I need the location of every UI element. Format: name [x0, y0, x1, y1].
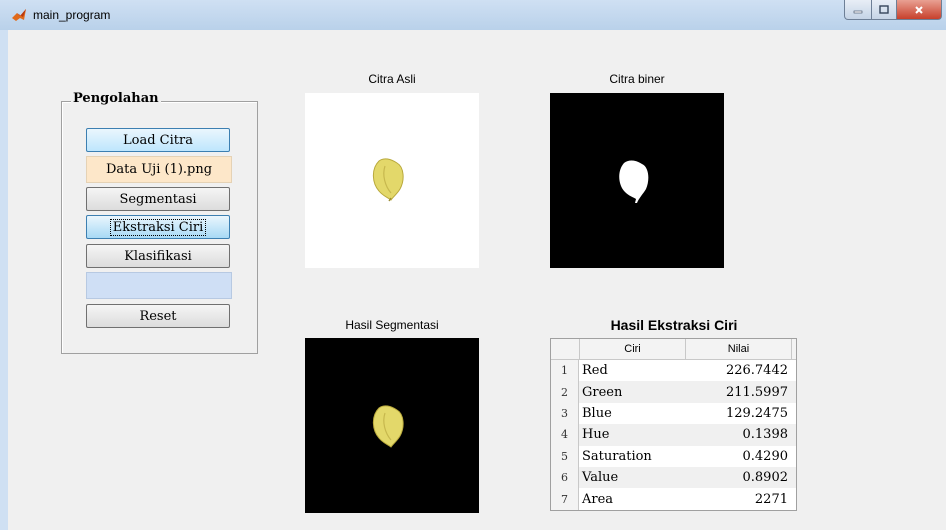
klasifikasi-button[interactable]: Klasifikasi — [86, 244, 230, 268]
table-row[interactable]: 3 Blue 129.2475 — [551, 402, 796, 425]
citra-asli-image — [305, 93, 479, 268]
matlab-icon — [12, 9, 26, 21]
cell-ciri[interactable]: Value — [579, 467, 685, 488]
cell-nilai[interactable]: 2271 — [685, 488, 792, 509]
citra-asli-caption: Citra Asli — [368, 72, 416, 86]
table-row[interactable]: 6 Value 0.8902 — [551, 466, 796, 489]
row-number: 7 — [551, 488, 579, 510]
row-number: 3 — [551, 402, 579, 425]
row-number: 5 — [551, 445, 579, 467]
window-title: main_program — [33, 8, 111, 22]
segmentasi-button[interactable]: Segmentasi — [86, 187, 230, 211]
hasil-ekstraksi-title: Hasil Ekstraksi Ciri — [610, 317, 738, 333]
cell-ciri[interactable]: Blue — [579, 403, 685, 424]
row-number: 2 — [551, 381, 579, 403]
cell-ciri[interactable]: Green — [579, 381, 685, 402]
citra-biner-image — [550, 93, 724, 268]
cell-ciri[interactable]: Area — [579, 488, 685, 509]
maximize-icon — [879, 4, 889, 14]
reset-button[interactable]: Reset — [86, 304, 230, 328]
row-number: 4 — [551, 424, 579, 446]
close-button[interactable] — [897, 0, 942, 20]
title-bar[interactable]: main_program — [0, 0, 946, 31]
minimize-button[interactable] — [844, 0, 872, 20]
cell-nilai[interactable]: 0.1398 — [685, 424, 792, 445]
window-border — [0, 30, 8, 530]
binary-mask — [619, 160, 649, 203]
segmented-leaf — [372, 405, 404, 448]
panel-title: Pengolahan — [71, 91, 161, 106]
filename-field: Data Uji (1).png — [86, 156, 232, 183]
classification-result-field — [86, 272, 232, 299]
column-header-ciri[interactable]: Ciri — [579, 339, 685, 359]
corner-cell — [551, 339, 579, 359]
cell-nilai[interactable]: 0.4290 — [685, 446, 792, 467]
hasil-segmentasi-image — [305, 338, 479, 513]
cell-nilai[interactable]: 129.2475 — [685, 403, 792, 424]
column-header-nilai[interactable]: Nilai — [685, 339, 792, 359]
citra-biner-caption: Citra biner — [609, 72, 665, 86]
table-row[interactable]: 2 Green 211.5997 — [551, 381, 796, 403]
feature-table[interactable]: Ciri Nilai 1 Red 226.7442 2 Green 211.59… — [550, 338, 797, 511]
cell-ciri[interactable]: Hue — [579, 424, 685, 445]
ekstraksi-ciri-label: Ekstraksi Ciri — [109, 218, 207, 236]
row-number: 6 — [551, 466, 579, 489]
table-row[interactable]: 5 Saturation 0.4290 — [551, 445, 796, 467]
ekstraksi-ciri-button[interactable]: Ekstraksi Ciri — [86, 215, 230, 239]
cell-ciri[interactable]: Red — [579, 360, 685, 381]
cell-nilai[interactable]: 0.8902 — [685, 467, 792, 488]
leaf-image — [372, 158, 404, 202]
hasil-segmentasi-caption: Hasil Segmentasi — [345, 318, 439, 332]
row-number: 1 — [551, 360, 579, 382]
minimize-icon — [853, 10, 863, 13]
close-icon — [915, 5, 923, 14]
table-row[interactable]: 7 Area 2271 — [551, 488, 796, 510]
window-controls — [844, 0, 942, 20]
cell-ciri[interactable]: Saturation — [579, 446, 685, 467]
table-row[interactable]: 1 Red 226.7442 — [551, 360, 796, 382]
cell-nilai[interactable]: 211.5997 — [685, 381, 792, 402]
table-header: Ciri Nilai — [551, 339, 796, 360]
table-row[interactable]: 4 Hue 0.1398 — [551, 424, 796, 446]
cell-nilai[interactable]: 226.7442 — [685, 360, 792, 381]
load-citra-button[interactable]: Load Citra — [86, 128, 230, 152]
maximize-button[interactable] — [872, 0, 897, 20]
